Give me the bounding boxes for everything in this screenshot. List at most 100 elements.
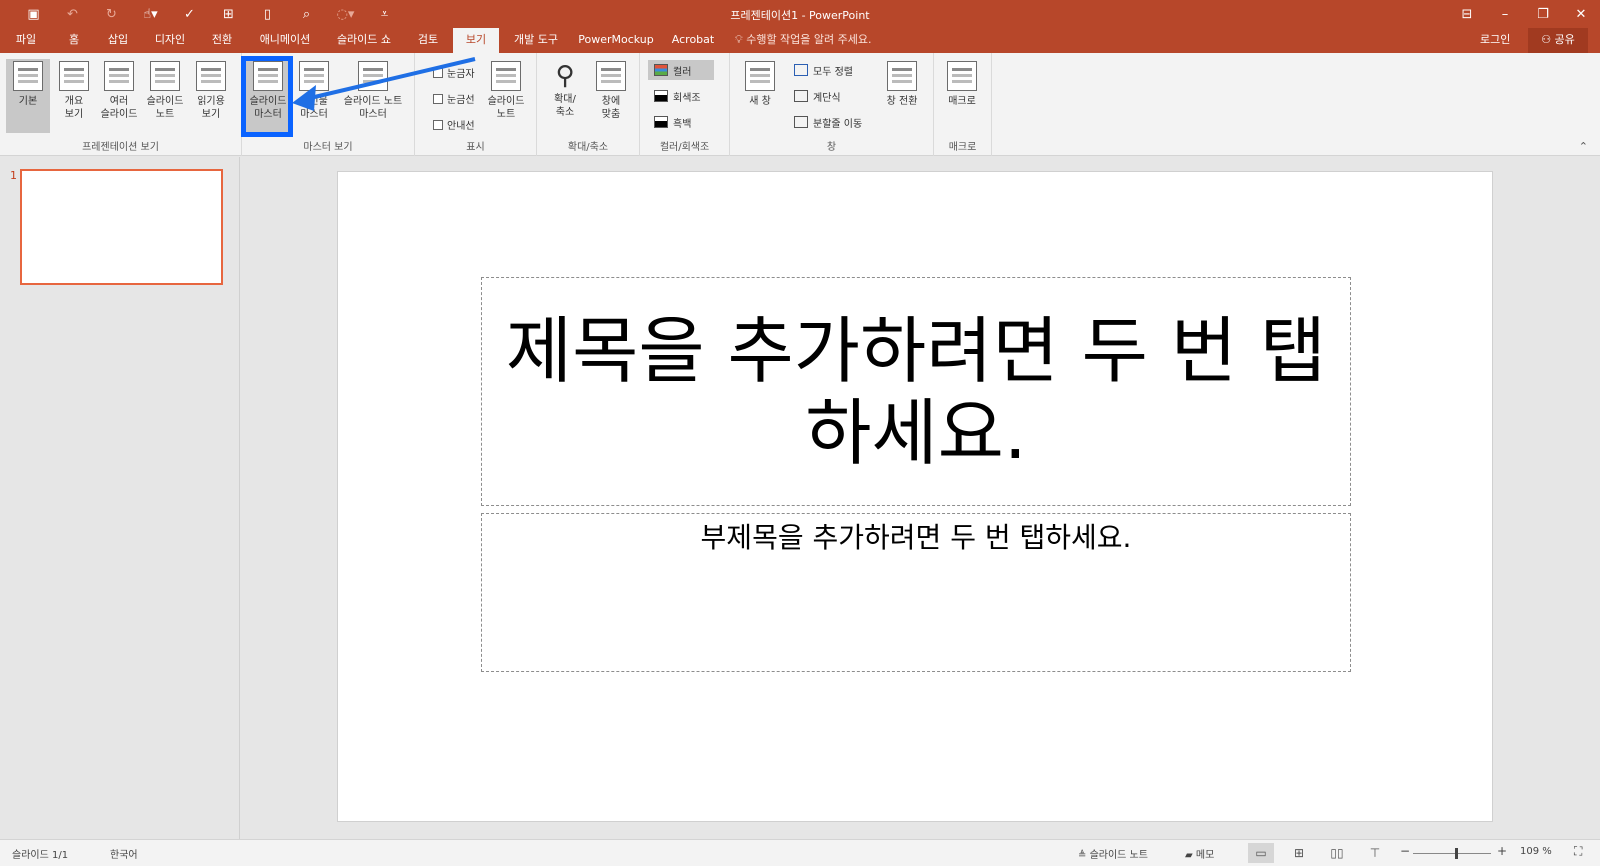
zoom-out-icon[interactable]: − bbox=[1400, 844, 1410, 858]
notes-toggle-button[interactable]: 슬라이드 노트 bbox=[484, 59, 528, 133]
comment-icon: ▰ bbox=[1185, 850, 1196, 861]
zoom-slider-thumb[interactable] bbox=[1454, 848, 1458, 859]
guides-checkbox[interactable]: 안내선 bbox=[433, 117, 475, 132]
normal-view-icon[interactable]: ▭ bbox=[1248, 843, 1274, 863]
tab-powermockup[interactable]: PowerMockup bbox=[576, 28, 656, 53]
tab-acrobat[interactable]: Acrobat bbox=[668, 28, 718, 53]
group-label: 마스터 보기 bbox=[303, 142, 353, 153]
color-button[interactable]: 컬러 bbox=[648, 60, 714, 80]
reading-view-icon bbox=[196, 61, 226, 91]
cascade-icon bbox=[794, 90, 808, 102]
new-window-button[interactable]: 새 창 bbox=[738, 59, 782, 133]
subtitle-placeholder[interactable]: 부제목을 추가하려면 두 번 탭하세요. bbox=[481, 513, 1351, 672]
group-label: 프레젠테이션 보기 bbox=[82, 142, 159, 153]
zoom-in-icon[interactable]: + bbox=[1497, 844, 1507, 858]
fit-slide-icon[interactable]: ⛶ bbox=[1574, 844, 1582, 859]
normal-view-button[interactable]: 기본 bbox=[6, 59, 50, 133]
reading-view-button[interactable]: 읽기용 보기 bbox=[189, 59, 233, 133]
magnifier-icon: ⚲ bbox=[555, 61, 575, 91]
title-placeholder[interactable]: 제목을 추가하려면 두 번 탭하세요. bbox=[481, 277, 1351, 506]
group-label: 매크로 bbox=[948, 142, 977, 153]
grayscale-button[interactable]: 회색조 bbox=[654, 86, 701, 106]
switch-windows-button[interactable]: 창 전환 bbox=[880, 59, 924, 133]
checkbox-box bbox=[433, 119, 443, 130]
slide-canvas[interactable]: 제목을 추가하려면 두 번 탭하세요. 부제목을 추가하려면 두 번 탭하세요. bbox=[337, 171, 1493, 822]
black-white-button[interactable]: 흑백 bbox=[654, 112, 691, 132]
tell-me-text: 수행할 작업을 알려 주세요. bbox=[746, 33, 872, 46]
status-bar: 슬라이드 1/1 한국어 ≜ 슬라이드 노트 ▰ 메모 ▭ ⊞ ▯▯ ⊤ − +… bbox=[0, 839, 1600, 866]
tab-slideshow[interactable]: 슬라이드 쇼 bbox=[330, 28, 398, 53]
share-button[interactable]: ⚇ 공유 bbox=[1528, 28, 1588, 53]
collapse-ribbon-icon[interactable]: ⌃ bbox=[1579, 140, 1588, 153]
window-controls: ⊟ – ❐ ✕ bbox=[1448, 0, 1600, 28]
notes-toggle[interactable]: ≜ 슬라이드 노트 bbox=[1078, 846, 1148, 861]
lightbulb-icon: 💡︎ bbox=[735, 33, 747, 46]
group-label: 표시 bbox=[466, 142, 485, 153]
notes-page-icon bbox=[150, 61, 180, 91]
normal-view-icon bbox=[13, 61, 43, 91]
notes-icon: ≜ bbox=[1078, 850, 1090, 861]
highlight-box bbox=[241, 56, 293, 137]
arrange-all-button[interactable]: 모두 정렬 bbox=[794, 60, 853, 80]
group-presentation-views: 기본 개요 보기 여러 슬라이드 슬라이드 노트 읽기용 보기 프레젠테이션 보… bbox=[0, 53, 242, 156]
switch-windows-icon bbox=[887, 61, 917, 91]
tab-insert[interactable]: 삽입 bbox=[100, 28, 136, 53]
close-icon[interactable]: ✕ bbox=[1562, 0, 1600, 28]
annotation-arrow bbox=[292, 57, 476, 111]
slide-counter: 슬라이드 1/1 bbox=[12, 850, 69, 861]
comments-toggle[interactable]: ▰ 메모 bbox=[1185, 846, 1214, 861]
tab-developer[interactable]: 개발 도구 bbox=[508, 28, 564, 53]
tab-file[interactable]: 파일 bbox=[8, 28, 44, 53]
slide-sorter-icon[interactable]: ⊞ bbox=[1286, 843, 1312, 863]
group-zoom: ⚲ 확대/ 축소 창에 맞춤 확대/축소 bbox=[537, 53, 640, 156]
fit-window-icon bbox=[596, 61, 626, 91]
tab-review[interactable]: 검토 bbox=[410, 28, 446, 53]
macros-button[interactable]: 매크로 bbox=[940, 59, 984, 133]
outline-view-icon bbox=[59, 61, 89, 91]
group-macros: 매크로 매크로 bbox=[934, 53, 992, 156]
title-bar: ▣ ↶ ↻ ☝▾ ✓ ⊞ ▯ ⌕ ◌▾ ⩡ 프레젠테이션1 - PowerPoi… bbox=[0, 0, 1600, 28]
outline-view-button[interactable]: 개요 보기 bbox=[52, 59, 96, 133]
black-white-icon bbox=[654, 116, 668, 128]
slide-number: 1 bbox=[10, 169, 17, 182]
zoom-button[interactable]: ⚲ 확대/ 축소 bbox=[543, 59, 587, 133]
group-label: 창 bbox=[826, 142, 837, 153]
move-split-button[interactable]: 분할줄 이동 bbox=[794, 112, 862, 132]
ribbon: 기본 개요 보기 여러 슬라이드 슬라이드 노트 읽기용 보기 프레젠테이션 보… bbox=[0, 53, 1600, 156]
tab-transitions[interactable]: 전환 bbox=[204, 28, 240, 53]
tab-view[interactable]: 보기 bbox=[453, 28, 499, 53]
tell-me-box[interactable]: 💡︎ 수행할 작업을 알려 주세요. bbox=[735, 28, 872, 53]
ribbon-display-icon[interactable]: ⊟ bbox=[1448, 0, 1486, 28]
new-window-icon bbox=[745, 61, 775, 91]
minimize-icon[interactable]: – bbox=[1486, 0, 1524, 28]
tab-home[interactable]: 홈 bbox=[60, 28, 88, 53]
group-label: 컬러/회색조 bbox=[659, 142, 710, 153]
slide-sorter-button[interactable]: 여러 슬라이드 bbox=[97, 59, 141, 133]
slideshow-icon[interactable]: ⊤ bbox=[1362, 843, 1388, 863]
zoom-level[interactable]: 109 % bbox=[1520, 846, 1552, 857]
language-indicator[interactable]: 한국어 bbox=[110, 846, 138, 861]
restore-icon[interactable]: ❐ bbox=[1524, 0, 1562, 28]
macros-icon bbox=[947, 61, 977, 91]
tab-design[interactable]: 디자인 bbox=[148, 28, 192, 53]
arrange-all-icon bbox=[794, 64, 808, 76]
cascade-button[interactable]: 계단식 bbox=[794, 86, 841, 106]
group-label: 확대/축소 bbox=[567, 142, 609, 153]
zoom-slider[interactable] bbox=[1413, 853, 1491, 854]
grayscale-icon bbox=[654, 90, 668, 102]
tab-animations[interactable]: 애니메이션 bbox=[252, 28, 318, 53]
slide-thumbnail-pane: 1 bbox=[0, 157, 240, 839]
group-window: 새 창 모두 정렬 계단식 분할줄 이동 창 전환 창 bbox=[730, 53, 934, 156]
group-color: 컬러 회색조 흑백 컬러/회색조 bbox=[640, 53, 730, 156]
login-link[interactable]: 로그인 bbox=[1480, 28, 1510, 53]
reading-view-icon[interactable]: ▯▯ bbox=[1324, 843, 1350, 863]
notes-page-button[interactable]: 슬라이드 노트 bbox=[143, 59, 187, 133]
slide-thumbnail[interactable] bbox=[20, 169, 223, 285]
move-split-icon bbox=[794, 116, 808, 128]
ribbon-tabs: 파일 홈 삽입 디자인 전환 애니메이션 슬라이드 쇼 검토 보기 개발 도구 … bbox=[0, 28, 1600, 53]
fit-to-window-button[interactable]: 창에 맞춤 bbox=[589, 59, 633, 133]
slide-sorter-icon bbox=[104, 61, 134, 91]
color-icon bbox=[654, 64, 668, 76]
document-title: 프레젠테이션1 - PowerPoint bbox=[730, 9, 870, 22]
person-icon: ⚇ bbox=[1541, 33, 1555, 46]
